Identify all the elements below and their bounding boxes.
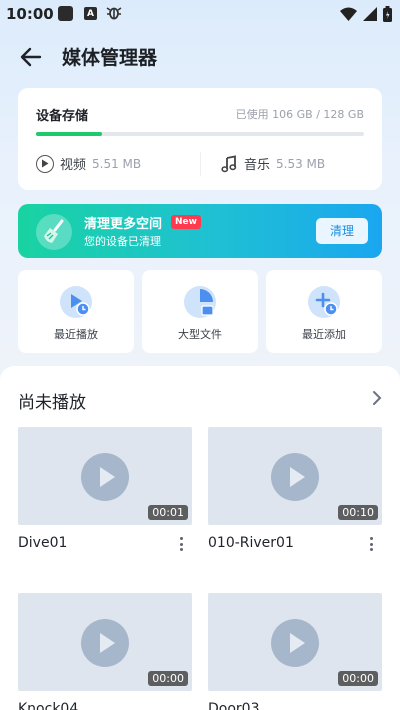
play-icon [271,619,319,667]
video-duration: 00:00 [148,671,188,686]
music-size: 5.53 MB [276,156,326,171]
storage-card[interactable]: 设备存储 已使用 106 GB / 128 GB 视频 5.51 MB 音乐 5… [18,88,382,190]
tile-label: 最近播放 [54,328,98,341]
video-duration: 00:10 [338,505,378,520]
music-note-icon [221,154,237,172]
tile-large-files[interactable]: 大型文件 [142,270,258,353]
more-options-icon[interactable] [178,537,184,553]
signal-icon [363,7,377,21]
music-label: 音乐 [244,158,271,173]
a-letter-icon: A [84,7,97,20]
wifi-icon [340,7,357,21]
tile-label: 大型文件 [178,328,222,341]
battery-icon [383,6,392,22]
tile-recent-added[interactable]: 最近添加 [266,270,382,353]
video-name: Dive01 [18,535,68,551]
recent-added-icon [308,286,340,318]
app-notification-icon [58,6,73,21]
banner-subtitle: 您的设备已清理 [84,235,161,248]
video-duration: 00:00 [338,671,378,686]
video-name: Door03 [208,701,260,710]
large-files-icon [184,286,216,318]
banner-title: 清理更多空间 [84,217,163,232]
section-title: 尚未播放 [18,393,86,413]
play-icon [81,453,129,501]
video-label: 视频 [60,158,87,173]
tile-label: 最近添加 [302,328,346,341]
play-icon [81,619,129,667]
video-duration: 00:01 [148,505,188,520]
video-thumbnail[interactable]: 00:00 [18,593,192,691]
status-bar: 10:00 A [0,0,400,28]
video-name: Knock04 [18,701,79,710]
clean-banner[interactable]: 清理更多空间 New 您的设备已清理 清理 [18,204,382,258]
bug-icon [106,4,122,24]
new-badge: New [171,215,201,229]
page-title: 媒体管理器 [62,47,158,69]
video-storage-item[interactable]: 视频 5.51 MB [36,154,141,173]
video-thumbnail[interactable]: 00:01 [18,427,192,525]
unplayed-section: 尚未播放 00:01 Dive01 00:10 010-River01 00:0… [0,366,400,710]
chevron-right-icon[interactable] [370,390,384,406]
video-play-icon [36,154,54,173]
back-arrow-icon[interactable] [18,44,44,70]
status-time: 10:00 [6,5,54,23]
broom-icon [36,214,72,250]
tile-recent-play[interactable]: 最近播放 [18,270,134,353]
clean-button[interactable]: 清理 [316,218,368,244]
storage-divider [200,152,201,176]
video-name: 010-River01 [208,535,294,551]
play-icon [271,453,319,501]
video-thumbnail[interactable]: 00:00 [208,593,382,691]
video-thumbnail[interactable]: 00:10 [208,427,382,525]
recent-play-icon [60,286,92,318]
storage-progress-fill [36,132,102,136]
storage-progress-bar [36,132,364,136]
storage-used-text: 已使用 106 GB / 128 GB [235,108,364,121]
storage-label: 设备存储 [36,109,89,124]
video-size: 5.51 MB [92,156,142,171]
more-options-icon[interactable] [368,537,374,553]
music-storage-item[interactable]: 音乐 5.53 MB [220,154,325,173]
